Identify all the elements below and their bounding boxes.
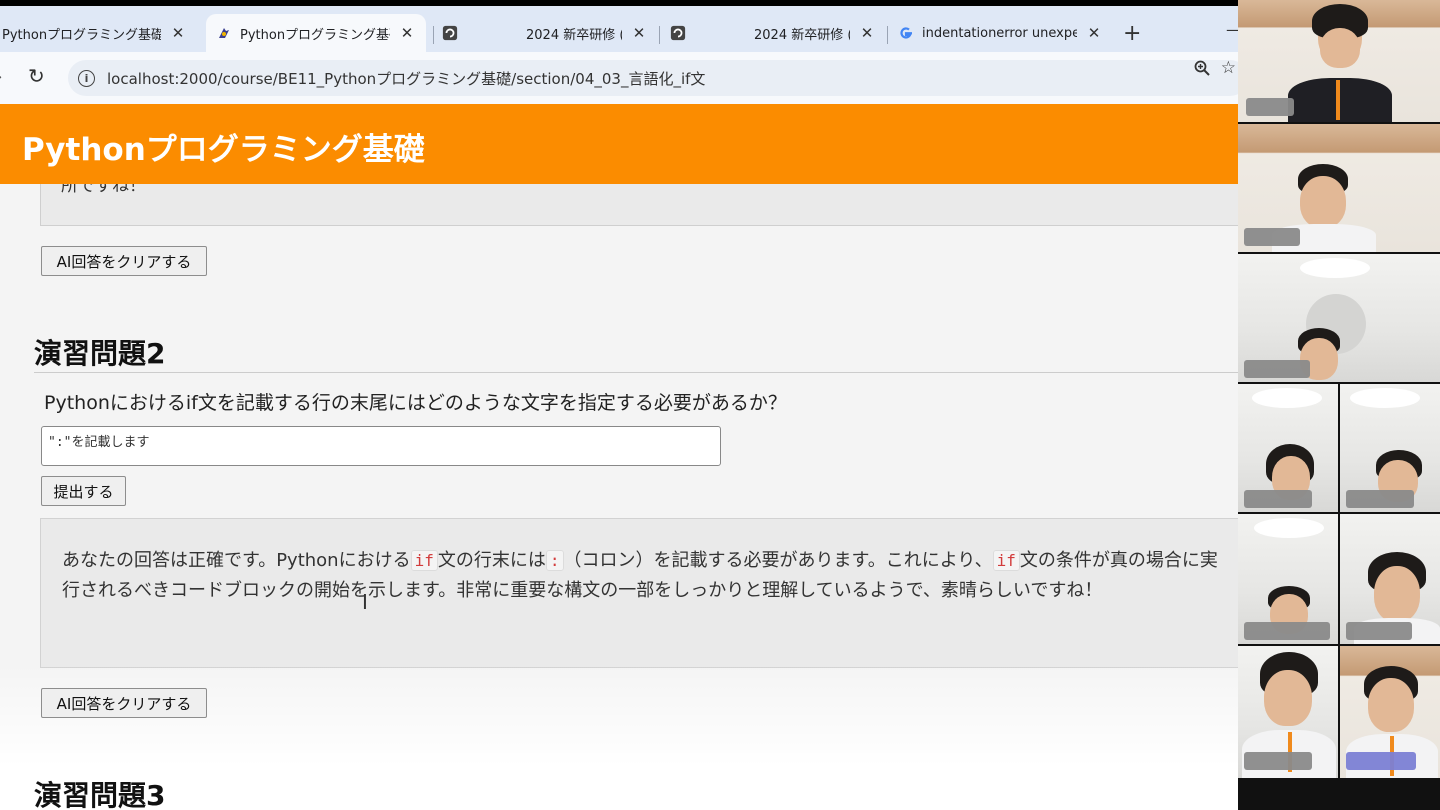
address-bar[interactable]: i localhost:2000/course/BE11_Pythonプログラミ… — [68, 60, 1238, 96]
exercise-2-heading: 演習問題2 — [34, 337, 166, 370]
ceiling-lamp — [1300, 258, 1370, 278]
name-tag — [1244, 752, 1312, 770]
response-text-part: 文の行末には — [437, 550, 546, 571]
close-icon[interactable]: ✕ — [398, 24, 416, 42]
new-tab-button[interactable]: + — [1123, 21, 1141, 46]
site-title: Pythonプログラミング基礎 — [22, 132, 425, 168]
name-tag — [1244, 622, 1330, 640]
participant-tile-5[interactable] — [1340, 384, 1440, 512]
browser-toolbar: › ↻ i localhost:2000/course/BE11_Pythonプ… — [0, 52, 1238, 104]
close-icon[interactable]: ✕ — [858, 24, 876, 42]
exercise-2-question: Pythonにおけるif文を記載する行の末尾にはどのような文字を指定する必要があ… — [44, 392, 787, 414]
url-text[interactable]: localhost:2000/course/BE11_Pythonプログラミング… — [107, 68, 705, 89]
clear-ai-answer-button-2[interactable]: AI回答をクリアする — [41, 688, 207, 718]
participant-tile-6[interactable] — [1238, 514, 1338, 644]
tab-title: Pythonプログラミング基礎 — [240, 27, 390, 43]
participant-face — [1320, 28, 1360, 68]
tab-4[interactable]: 2024 新卒研修 ( ✕ — [660, 14, 886, 52]
name-tag — [1244, 360, 1310, 378]
ai-response-text: あなたの回答は正確です。Pythonにおける if 文の行末には: （コロン）を記載す… — [62, 546, 1222, 606]
name-tag — [1346, 490, 1414, 508]
tab-title: 2024 新卒研修 ( — [754, 27, 850, 43]
python-icon — [216, 25, 232, 41]
zoom-icon[interactable] — [1194, 60, 1210, 80]
participant-jacket — [1288, 78, 1392, 122]
clear-ai-answer-button[interactable]: AI回答をクリアする — [41, 246, 207, 276]
lanyard — [1336, 80, 1340, 120]
bookmark-star-icon[interactable]: ☆ — [1221, 58, 1236, 78]
inline-code: if — [410, 550, 438, 571]
participant-tile-9[interactable] — [1340, 646, 1440, 778]
name-tag — [1346, 752, 1416, 770]
participant-tile-3[interactable] — [1238, 254, 1440, 382]
tab-title: indentationerror unexpec — [922, 25, 1077, 41]
participant-tile-2[interactable] — [1238, 124, 1440, 252]
minimize-icon[interactable]: — — [1226, 20, 1238, 39]
answer-textarea[interactable]: ":"を記載します — [41, 426, 721, 466]
google-icon — [898, 25, 914, 41]
tab-bar: Pythonプログラミング基礎 ✕ Pythonプログラミング基礎 ✕ 2024… — [0, 6, 1238, 52]
participant-tile-1[interactable] — [1238, 0, 1440, 122]
tab-5[interactable]: indentationerror unexpec ✕ — [888, 14, 1113, 52]
participant-tile-7[interactable] — [1340, 514, 1440, 644]
participant-tile-8[interactable] — [1238, 646, 1338, 778]
name-tag — [1244, 228, 1300, 246]
app-icon — [442, 25, 458, 41]
inline-code: : — [545, 550, 564, 571]
page-content: Pythonプログラミング基礎 所ですね！ AI回答をクリアする 演習問題2 P… — [0, 104, 1238, 810]
response-text-part: （コロン）を記載する必要があります。これにより、 — [563, 550, 993, 571]
tab-title: Pythonプログラミング基礎 — [2, 27, 161, 43]
name-tag — [1246, 98, 1294, 116]
participant-face — [1374, 566, 1420, 622]
video-call-panel — [1238, 0, 1440, 810]
tab-2-active[interactable]: Pythonプログラミング基礎 ✕ — [206, 14, 426, 52]
browser-window: Pythonプログラミング基礎 ✕ Pythonプログラミング基礎 ✕ 2024… — [0, 0, 1238, 810]
forward-icon[interactable]: › — [0, 67, 2, 86]
inline-code: if — [992, 550, 1020, 571]
ceiling-lamp — [1252, 388, 1322, 408]
name-tag — [1346, 622, 1412, 640]
ai-response-box: あなたの回答は正確です。Pythonにおける if 文の行末には: （コロン）を記載す… — [40, 518, 1238, 668]
video-fade-overlay — [0, 664, 1238, 810]
info-icon[interactable]: i — [78, 69, 95, 87]
participant-tile-4[interactable] — [1238, 384, 1338, 512]
text-cursor-icon: I — [362, 590, 368, 614]
participant-face — [1368, 678, 1414, 732]
close-icon[interactable]: ✕ — [169, 24, 187, 42]
tab-title: 2024 新卒研修 ( — [526, 27, 622, 43]
reload-icon[interactable]: ↻ — [28, 64, 45, 88]
ceiling-lamp — [1350, 388, 1420, 408]
name-tag — [1244, 490, 1312, 508]
ceiling-lamp — [1254, 518, 1324, 538]
close-icon[interactable]: ✕ — [1085, 24, 1103, 42]
tab-1[interactable]: Pythonプログラミング基礎 ✕ — [0, 14, 197, 52]
exercise-3-heading: 演習問題3 — [34, 779, 166, 810]
participant-face — [1300, 176, 1346, 228]
close-icon[interactable]: ✕ — [630, 24, 648, 42]
site-header: Pythonプログラミング基礎 — [0, 104, 1238, 184]
participant-face — [1264, 670, 1312, 726]
app-icon — [670, 25, 686, 41]
divider — [34, 372, 1238, 373]
tab-3[interactable]: 2024 新卒研修 ( ✕ — [432, 14, 658, 52]
submit-button[interactable]: 提出する — [41, 476, 126, 506]
response-text-part: あなたの回答は正確です。Pythonにおける — [62, 550, 411, 571]
